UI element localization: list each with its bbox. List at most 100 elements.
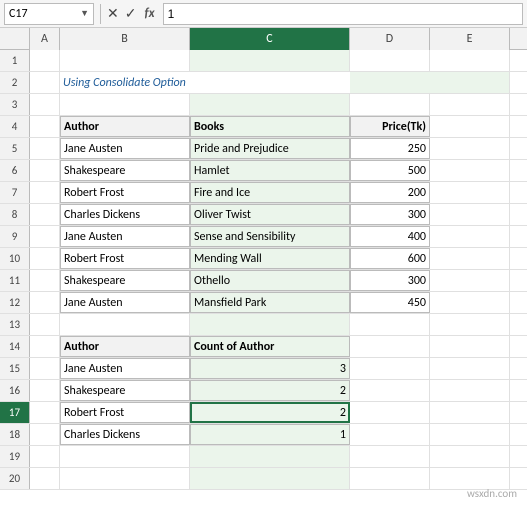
- cell-e12[interactable]: [430, 292, 510, 313]
- cell-e17[interactable]: [430, 402, 510, 423]
- cell-b10[interactable]: Robert Frost: [60, 248, 190, 269]
- cell-d5[interactable]: 250: [350, 138, 430, 159]
- cell-c1[interactable]: [190, 50, 350, 71]
- cell-d15[interactable]: [350, 358, 430, 379]
- cell-c5[interactable]: Pride and Prejudice: [190, 138, 350, 159]
- cell-e14[interactable]: [430, 336, 510, 357]
- cell-c7[interactable]: Fire and Ice: [190, 182, 350, 203]
- cell-b4-author-header[interactable]: Author: [60, 116, 190, 137]
- cell-a20[interactable]: [30, 468, 60, 489]
- cell-d12[interactable]: 450: [350, 292, 430, 313]
- cell-c12[interactable]: Mansfield Park: [190, 292, 350, 313]
- cell-a12[interactable]: [30, 292, 60, 313]
- cell-c10[interactable]: Mending Wall: [190, 248, 350, 269]
- cell-e6[interactable]: [430, 160, 510, 181]
- cell-e4[interactable]: [430, 116, 510, 137]
- cell-a4[interactable]: [30, 116, 60, 137]
- cell-d20[interactable]: [350, 468, 430, 489]
- cell-b19[interactable]: [60, 446, 190, 467]
- cell-a1[interactable]: [30, 50, 60, 71]
- col-header-d[interactable]: D: [350, 28, 430, 50]
- cell-b14-author-header[interactable]: Author: [60, 336, 190, 357]
- cell-b20[interactable]: [60, 468, 190, 489]
- cell-d6[interactable]: 500: [350, 160, 430, 181]
- cell-d17[interactable]: [350, 402, 430, 423]
- cell-a17[interactable]: [30, 402, 60, 423]
- cell-e1[interactable]: [430, 50, 510, 71]
- cell-b1[interactable]: [60, 50, 190, 71]
- name-box-dropdown-icon[interactable]: ▼: [80, 8, 89, 19]
- cell-b16[interactable]: Shakespeare: [60, 380, 190, 401]
- cell-a5[interactable]: [30, 138, 60, 159]
- cell-d13[interactable]: [350, 314, 430, 335]
- cell-a18[interactable]: [30, 424, 60, 445]
- cell-d7[interactable]: 200: [350, 182, 430, 203]
- cell-d11[interactable]: 300: [350, 270, 430, 291]
- cell-a8[interactable]: [30, 204, 60, 225]
- cell-c19[interactable]: [190, 446, 350, 467]
- cell-c4-books-header[interactable]: Books: [190, 116, 350, 137]
- col-header-c[interactable]: C: [190, 28, 350, 50]
- cell-e20[interactable]: [430, 468, 510, 489]
- cell-a13[interactable]: [30, 314, 60, 335]
- cell-c20[interactable]: [190, 468, 350, 489]
- cell-e18[interactable]: [430, 424, 510, 445]
- cell-d3[interactable]: [350, 94, 430, 115]
- cell-b8[interactable]: Charles Dickens: [60, 204, 190, 225]
- cell-e13[interactable]: [430, 314, 510, 335]
- cell-b3[interactable]: [60, 94, 190, 115]
- cell-d8[interactable]: 300: [350, 204, 430, 225]
- cell-a6[interactable]: [30, 160, 60, 181]
- cell-d2[interactable]: [510, 72, 527, 93]
- cell-b11[interactable]: Shakespeare: [60, 270, 190, 291]
- cell-e16[interactable]: [430, 380, 510, 401]
- cell-b9[interactable]: Jane Austen: [60, 226, 190, 247]
- cell-e11[interactable]: [430, 270, 510, 291]
- cell-b5[interactable]: Jane Austen: [60, 138, 190, 159]
- cell-a2[interactable]: [30, 72, 60, 93]
- cell-c8[interactable]: Oliver Twist: [190, 204, 350, 225]
- cell-b7[interactable]: Robert Frost: [60, 182, 190, 203]
- cell-d14[interactable]: [350, 336, 430, 357]
- formula-input[interactable]: [163, 3, 523, 25]
- cell-a10[interactable]: [30, 248, 60, 269]
- cell-b12[interactable]: Jane Austen: [60, 292, 190, 313]
- cell-a7[interactable]: [30, 182, 60, 203]
- cell-e9[interactable]: [430, 226, 510, 247]
- cancel-icon[interactable]: ✕: [107, 5, 119, 22]
- cell-c17[interactable]: 2: [190, 402, 350, 423]
- cell-a9[interactable]: [30, 226, 60, 247]
- cell-c2[interactable]: [350, 72, 510, 93]
- cell-d4-price-header[interactable]: Price(Tk): [350, 116, 430, 137]
- cell-c6[interactable]: Hamlet: [190, 160, 350, 181]
- cell-c18[interactable]: 1: [190, 424, 350, 445]
- cell-b2[interactable]: Using Consolidate Option: [60, 72, 350, 93]
- col-header-a[interactable]: A: [30, 28, 60, 50]
- cell-a15[interactable]: [30, 358, 60, 379]
- cell-a16[interactable]: [30, 380, 60, 401]
- cell-e7[interactable]: [430, 182, 510, 203]
- cell-c14-count-header[interactable]: Count of Author: [190, 336, 350, 357]
- cell-b17[interactable]: Robert Frost: [60, 402, 190, 423]
- cell-e10[interactable]: [430, 248, 510, 269]
- cell-c11[interactable]: Othello: [190, 270, 350, 291]
- cell-d19[interactable]: [350, 446, 430, 467]
- cell-b18[interactable]: Charles Dickens: [60, 424, 190, 445]
- cell-d18[interactable]: [350, 424, 430, 445]
- cell-e5[interactable]: [430, 138, 510, 159]
- cell-e19[interactable]: [430, 446, 510, 467]
- cell-a11[interactable]: [30, 270, 60, 291]
- cell-c13[interactable]: [190, 314, 350, 335]
- cell-e15[interactable]: [430, 358, 510, 379]
- cell-c15[interactable]: 3: [190, 358, 350, 379]
- cell-b6[interactable]: Shakespeare: [60, 160, 190, 181]
- col-header-b[interactable]: B: [60, 28, 190, 50]
- cell-e8[interactable]: [430, 204, 510, 225]
- cell-e3[interactable]: [430, 94, 510, 115]
- confirm-icon[interactable]: ✓: [125, 5, 137, 22]
- col-header-e[interactable]: E: [430, 28, 510, 50]
- cell-d9[interactable]: 400: [350, 226, 430, 247]
- cell-b13[interactable]: [60, 314, 190, 335]
- cell-a14[interactable]: [30, 336, 60, 357]
- cell-c16[interactable]: 2: [190, 380, 350, 401]
